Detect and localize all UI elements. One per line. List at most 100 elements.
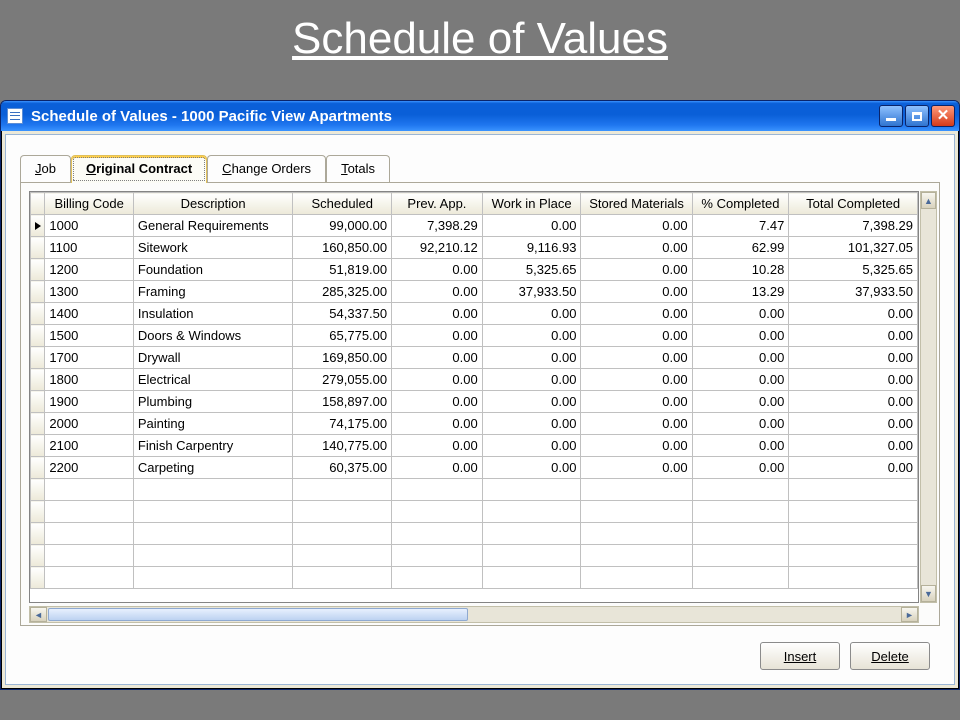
cell[interactable]: 0.00: [581, 457, 692, 479]
cell[interactable]: 0.00: [392, 391, 483, 413]
tab-original-contract[interactable]: Original Contract: [71, 155, 207, 183]
cell[interactable]: 65,775.00: [293, 325, 392, 347]
cell[interactable]: [482, 479, 581, 501]
minimize-button[interactable]: [879, 105, 903, 127]
cell[interactable]: 7,398.29: [789, 215, 918, 237]
cell[interactable]: [482, 523, 581, 545]
cell[interactable]: 0.00: [581, 435, 692, 457]
cell[interactable]: 0.00: [581, 347, 692, 369]
cell[interactable]: 1900: [45, 391, 133, 413]
table-row-empty[interactable]: [31, 567, 918, 589]
cell[interactable]: Electrical: [133, 369, 292, 391]
cell[interactable]: [293, 479, 392, 501]
cell[interactable]: 101,327.05: [789, 237, 918, 259]
cell[interactable]: 0.00: [692, 413, 789, 435]
titlebar[interactable]: Schedule of Values - 1000 Pacific View A…: [1, 101, 959, 131]
cell[interactable]: 13.29: [692, 281, 789, 303]
cell[interactable]: 140,775.00: [293, 435, 392, 457]
cell[interactable]: 0.00: [789, 413, 918, 435]
cell[interactable]: 9,116.93: [482, 237, 581, 259]
cell[interactable]: [45, 567, 133, 589]
col-header[interactable]: Billing Code: [45, 193, 133, 215]
cell[interactable]: [581, 479, 692, 501]
insert-button[interactable]: Insert: [760, 642, 840, 670]
cell[interactable]: Doors & Windows: [133, 325, 292, 347]
cell[interactable]: Sitework: [133, 237, 292, 259]
scroll-down-button[interactable]: ▼: [921, 585, 936, 602]
cell[interactable]: 0.00: [581, 259, 692, 281]
cell[interactable]: Drywall: [133, 347, 292, 369]
row-header[interactable]: [31, 237, 45, 259]
cell[interactable]: [133, 545, 292, 567]
scroll-thumb[interactable]: [48, 608, 468, 621]
cell[interactable]: 0.00: [789, 347, 918, 369]
cell[interactable]: [133, 501, 292, 523]
cell[interactable]: 0.00: [581, 391, 692, 413]
tab-job[interactable]: Job: [20, 155, 71, 183]
row-header[interactable]: [31, 369, 45, 391]
table-row[interactable]: 1000General Requirements99,000.007,398.2…: [31, 215, 918, 237]
cell[interactable]: [133, 567, 292, 589]
cell[interactable]: 5,325.65: [789, 259, 918, 281]
cell[interactable]: 0.00: [392, 369, 483, 391]
table-row[interactable]: 1800Electrical279,055.000.000.000.000.00…: [31, 369, 918, 391]
cell[interactable]: 0.00: [581, 325, 692, 347]
scroll-up-button[interactable]: ▲: [921, 192, 936, 209]
cell[interactable]: 0.00: [581, 281, 692, 303]
col-header[interactable]: Stored Materials: [581, 193, 692, 215]
cell[interactable]: 169,850.00: [293, 347, 392, 369]
cell[interactable]: [482, 567, 581, 589]
cell[interactable]: 51,819.00: [293, 259, 392, 281]
row-header[interactable]: [31, 215, 45, 237]
row-header[interactable]: [31, 435, 45, 457]
cell[interactable]: Painting: [133, 413, 292, 435]
cell[interactable]: 0.00: [482, 325, 581, 347]
table-row-empty[interactable]: [31, 501, 918, 523]
cell[interactable]: 1800: [45, 369, 133, 391]
cell[interactable]: General Requirements: [133, 215, 292, 237]
cell[interactable]: 0.00: [392, 457, 483, 479]
cell[interactable]: 0.00: [482, 369, 581, 391]
cell[interactable]: 37,933.50: [789, 281, 918, 303]
cell[interactable]: 1500: [45, 325, 133, 347]
cell[interactable]: [581, 523, 692, 545]
row-header[interactable]: [31, 545, 45, 567]
cell[interactable]: 7,398.29: [392, 215, 483, 237]
cell[interactable]: 0.00: [581, 413, 692, 435]
col-header[interactable]: % Completed: [692, 193, 789, 215]
row-header[interactable]: [31, 325, 45, 347]
cell[interactable]: Insulation: [133, 303, 292, 325]
scroll-right-button[interactable]: ►: [901, 607, 918, 622]
cell[interactable]: 0.00: [482, 457, 581, 479]
row-header[interactable]: [31, 259, 45, 281]
cell[interactable]: 99,000.00: [293, 215, 392, 237]
cell[interactable]: 0.00: [692, 325, 789, 347]
table-row[interactable]: 2100Finish Carpentry140,775.000.000.000.…: [31, 435, 918, 457]
cell[interactable]: 0.00: [789, 457, 918, 479]
cell[interactable]: 0.00: [581, 237, 692, 259]
cell[interactable]: [45, 523, 133, 545]
col-header[interactable]: Scheduled: [293, 193, 392, 215]
delete-button[interactable]: Delete: [850, 642, 930, 670]
table-row[interactable]: 1300Framing285,325.000.0037,933.500.0013…: [31, 281, 918, 303]
table-row[interactable]: 1500Doors & Windows65,775.000.000.000.00…: [31, 325, 918, 347]
cell[interactable]: Finish Carpentry: [133, 435, 292, 457]
cell[interactable]: 0.00: [692, 303, 789, 325]
vertical-scrollbar[interactable]: ▲ ▼: [920, 191, 937, 603]
cell[interactable]: 0.00: [692, 457, 789, 479]
cell[interactable]: Framing: [133, 281, 292, 303]
grid[interactable]: Billing CodeDescriptionScheduledPrev. Ap…: [29, 191, 919, 603]
row-header[interactable]: [31, 303, 45, 325]
table-row-empty[interactable]: [31, 479, 918, 501]
row-header[interactable]: [31, 347, 45, 369]
cell[interactable]: [392, 523, 483, 545]
cell[interactable]: [293, 567, 392, 589]
cell[interactable]: 0.00: [392, 435, 483, 457]
cell[interactable]: 54,337.50: [293, 303, 392, 325]
cell[interactable]: 2000: [45, 413, 133, 435]
cell[interactable]: 62.99: [692, 237, 789, 259]
cell[interactable]: [581, 501, 692, 523]
table-row[interactable]: 2200Carpeting60,375.000.000.000.000.000.…: [31, 457, 918, 479]
row-header[interactable]: [31, 457, 45, 479]
cell[interactable]: [692, 501, 789, 523]
